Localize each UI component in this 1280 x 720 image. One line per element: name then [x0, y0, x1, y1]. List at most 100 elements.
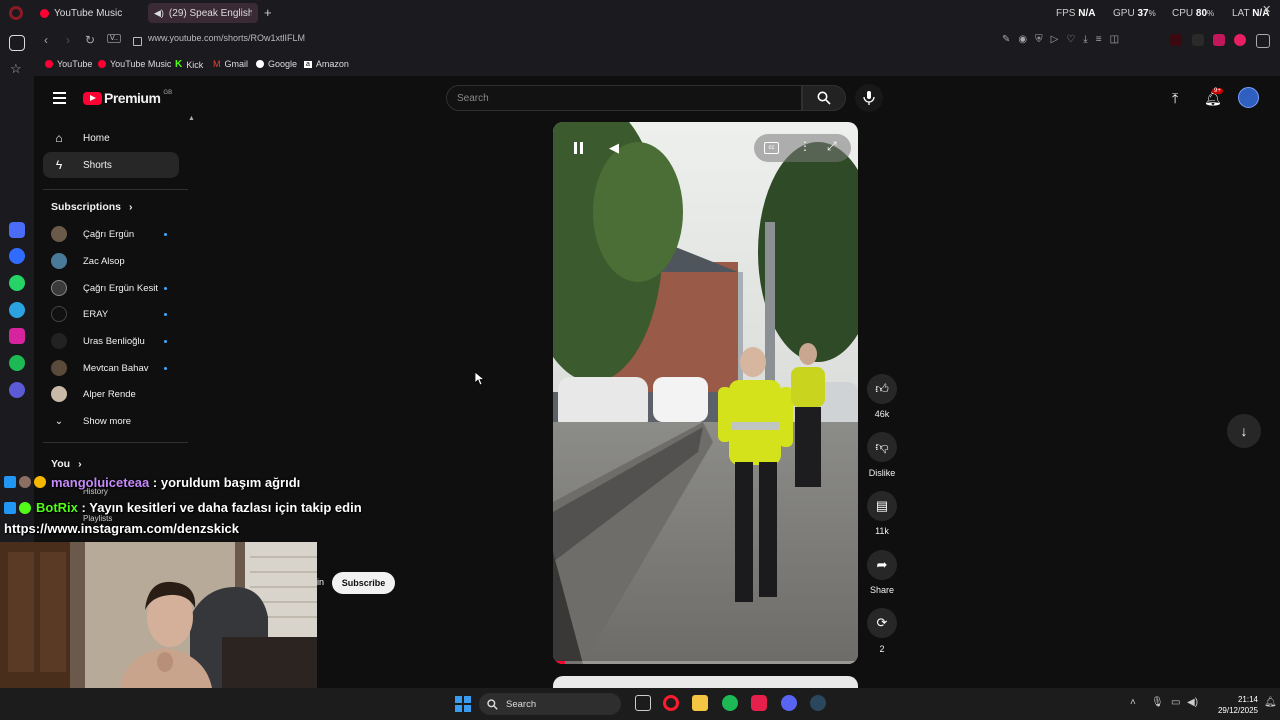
player-icon[interactable]	[9, 382, 25, 398]
opera-gx-icon[interactable]	[751, 695, 767, 711]
tab-label: YouTube Music	[54, 7, 123, 19]
next-short-button[interactable]: ↓	[1227, 414, 1261, 448]
captions-icon[interactable]: cc	[764, 142, 779, 154]
guide-item-home[interactable]: ⌂ Home	[43, 125, 179, 151]
subscriptions-header[interactable]: Subscriptions ›	[51, 201, 133, 213]
tray-chevron-icon[interactable]: ˄	[1130, 697, 1136, 708]
bookmark-gmail[interactable]: M Gmail	[213, 59, 248, 69]
webcam-overlay	[0, 542, 317, 688]
volume-icon[interactable]: ◀)	[1187, 697, 1198, 708]
shield-icon[interactable]: ⛨	[1035, 34, 1043, 45]
shorts-video-player[interactable]: ◀︎ cc ⋮ ⤢	[553, 122, 858, 664]
subscription-item[interactable]: Mevtcan Bahav	[51, 357, 148, 379]
show-more-button[interactable]: ⌄ Show more	[51, 410, 131, 432]
logo-text: Premium	[104, 90, 161, 106]
edit-icon[interactable]: ✎	[1002, 34, 1010, 45]
youtube-premium-logo[interactable]: Premium GB	[83, 90, 172, 106]
subscription-item[interactable]: Uras Benlioğlu	[51, 330, 145, 352]
window-close-icon[interactable]: ✕	[1262, 3, 1271, 16]
progress-bar-track[interactable]	[553, 661, 858, 664]
share-button[interactable]: ➦	[867, 550, 897, 580]
new-tab-button[interactable]: +	[264, 5, 272, 20]
forward-icon[interactable]: ›	[61, 33, 75, 47]
bookmark-kick[interactable]: K Kick	[175, 59, 203, 70]
back-icon[interactable]: ‹	[39, 33, 53, 47]
notification-center-icon[interactable]: 🔔︎	[1264, 697, 1277, 708]
download-icon[interactable]: ⤓	[1083, 34, 1087, 45]
messenger-icon[interactable]	[9, 248, 25, 264]
subscription-item[interactable]: Zac Alsop	[51, 250, 125, 272]
home-icon[interactable]	[9, 35, 25, 51]
steam-icon[interactable]	[810, 695, 826, 711]
like-button[interactable]: 👍︎	[867, 374, 897, 404]
bookmark-amazon[interactable]: a Amazon	[304, 59, 349, 69]
subscription-item[interactable]: Çağrı Ergün	[51, 223, 134, 245]
extension-icon-4[interactable]	[1234, 34, 1246, 46]
mic-button[interactable]	[855, 84, 883, 112]
tab-shorts[interactable]: ◀) (29) Speak English? - Y	[148, 3, 258, 23]
vpn-badge[interactable]: V..	[107, 34, 121, 43]
task-view-icon[interactable]	[635, 695, 651, 711]
bookmark-youtube-music[interactable]: YouTube Music	[98, 59, 171, 69]
chevron-down-icon: ⌄	[54, 415, 64, 427]
network-icon[interactable]: ▭	[1171, 697, 1180, 708]
comment-icon: ▤	[875, 498, 889, 513]
fullscreen-icon[interactable]: ⤢	[827, 139, 837, 154]
hamburger-menu-icon[interactable]	[53, 92, 66, 104]
play-icon[interactable]: ▷	[1051, 34, 1059, 45]
subscribe-button[interactable]: Subscribe	[332, 572, 395, 594]
spotify-icon[interactable]	[9, 355, 25, 371]
extension-icon-2[interactable]	[1192, 34, 1204, 46]
file-explorer-icon[interactable]	[692, 695, 708, 711]
more-options-icon[interactable]: ⋮	[799, 139, 811, 153]
star-icon[interactable]: ☆	[10, 61, 22, 77]
you-header[interactable]: You ›	[51, 458, 82, 470]
subscription-item[interactable]: Çağrı Ergün Kesit	[51, 277, 158, 299]
spotify-icon[interactable]	[722, 695, 738, 711]
opera-menu-icon[interactable]	[9, 6, 23, 20]
extension-icon-3[interactable]	[1213, 34, 1225, 46]
bookmark-google[interactable]: Google	[256, 59, 297, 69]
reload-icon[interactable]: ↻	[83, 33, 97, 47]
taskbar-search[interactable]: Search	[479, 693, 621, 715]
telegram-icon[interactable]	[9, 302, 25, 318]
guide-divider	[43, 442, 188, 443]
subscription-item[interactable]: Alper Rende	[51, 383, 136, 405]
remix-button[interactable]: ⟳	[867, 608, 897, 638]
avatar	[51, 226, 67, 242]
pause-icon[interactable]	[573, 142, 585, 154]
subscription-item[interactable]: ERAY	[51, 303, 108, 325]
clock-date[interactable]: 29/12/2025	[1204, 706, 1258, 715]
create-upload-icon[interactable]: ⤒	[1172, 90, 1178, 107]
shorts-icon: ϟ	[55, 158, 63, 172]
chevron-right-icon: ›	[78, 458, 82, 470]
guide-item-shorts[interactable]: ϟ Shorts	[43, 152, 179, 178]
menu-lines-icon[interactable]: ≡	[1096, 34, 1102, 45]
search-button[interactable]	[802, 85, 846, 111]
comments-button[interactable]: ▤	[867, 491, 897, 521]
dislike-button[interactable]: 👎︎	[867, 432, 897, 462]
heart-icon[interactable]: ♡	[1066, 34, 1075, 45]
aria-icon[interactable]	[9, 222, 25, 238]
chat-message: mangoluiceteaa : yoruldum başım ağrıdı	[51, 475, 301, 490]
guide-scroll-up-icon[interactable]: ▲	[188, 115, 195, 122]
discord-icon[interactable]	[781, 695, 797, 711]
account-avatar[interactable]	[1238, 87, 1259, 108]
tab-youtube-music[interactable]: YouTube Music	[34, 3, 144, 23]
bookmark-youtube[interactable]: YouTube	[45, 59, 92, 69]
opera-taskbar-icon[interactable]	[663, 695, 679, 711]
whatsapp-icon[interactable]	[9, 275, 25, 291]
next-short-preview[interactable]	[553, 676, 858, 688]
clock-time[interactable]: 21:14	[1218, 695, 1258, 704]
volume-icon[interactable]: ◀︎	[609, 140, 619, 156]
url-text[interactable]: www.youtube.com/shorts/ROw1xtlIFLM	[148, 33, 305, 43]
mic-icon[interactable]: 🎙︎	[1151, 697, 1164, 708]
wallet-icon[interactable]: ◫	[1110, 34, 1119, 45]
instagram-icon[interactable]	[9, 328, 25, 344]
extensions-cube-icon[interactable]	[1256, 34, 1270, 48]
extension-icon-1[interactable]	[1170, 34, 1182, 46]
search-input[interactable]: Search	[446, 85, 802, 111]
camera-icon[interactable]: ◉	[1018, 34, 1027, 45]
thumbs-down-icon: 👎︎	[875, 439, 889, 454]
windows-start-icon[interactable]	[455, 696, 471, 712]
